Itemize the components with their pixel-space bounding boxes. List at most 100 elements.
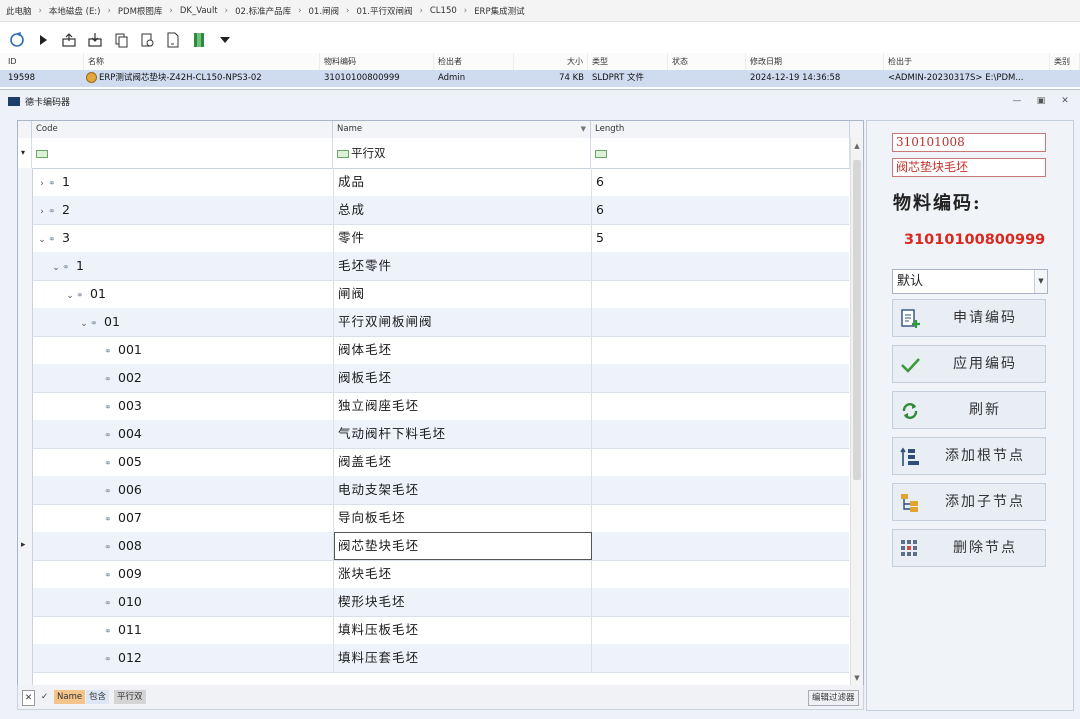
length-cell[interactable]: 6 <box>592 168 849 196</box>
breadcrumb-item[interactable]: 01.闸阀 <box>309 5 340 17</box>
name-cell[interactable]: 阀芯垫块毛坯 <box>334 532 592 560</box>
name-cell[interactable]: 毛坯零件 <box>334 252 592 280</box>
code-cell[interactable]: ⚭ 011 <box>33 616 334 644</box>
breadcrumb-item[interactable]: PDM根图库 <box>118 5 163 17</box>
filter-name-cell[interactable]: 平行双 <box>333 138 591 168</box>
table-row[interactable]: ⚭ 010 楔形块毛坯 <box>33 588 849 617</box>
filter-chip-operator[interactable]: 包含 <box>86 690 110 704</box>
table-row[interactable]: ⚭ 006 电动支架毛坯 <box>33 476 849 505</box>
name-cell[interactable]: 总成 <box>334 196 592 224</box>
code-cell[interactable]: ⚭ 004 <box>33 420 334 448</box>
name-cell[interactable]: 阀体毛坯 <box>334 336 592 364</box>
length-cell[interactable] <box>592 364 849 392</box>
code-cell[interactable]: ⚭ 007 <box>33 504 334 532</box>
length-cell[interactable] <box>592 560 849 588</box>
delete-node-button[interactable]: 删除节点 <box>892 529 1046 567</box>
code-cell[interactable]: ⚭ 009 <box>33 560 334 588</box>
file-list-row[interactable]: 19598 ERP测试阀芯垫块-Z42H-CL150-NPS3-02 31010… <box>0 70 1080 87</box>
col-checked-out-by[interactable]: 检出者 <box>434 53 514 70</box>
length-cell[interactable] <box>592 476 849 504</box>
length-cell[interactable]: 5 <box>592 224 849 252</box>
breadcrumb-item[interactable]: 本地磁盘 (E:) <box>49 5 101 17</box>
play-icon[interactable] <box>34 31 52 49</box>
code-cell[interactable]: ⌄ ⚭ 01 <box>33 280 334 308</box>
col-checked-out-at[interactable]: 检出于 <box>884 53 1050 70</box>
table-row[interactable]: ⌄ ⚭ 01 闸阀 <box>33 280 849 309</box>
name-cell[interactable]: 填料压套毛坯 <box>334 644 592 672</box>
table-row[interactable]: ⚭ 003 独立阀座毛坯 <box>33 392 849 421</box>
col-type[interactable]: 类型 <box>588 53 668 70</box>
table-row[interactable]: ⚭ 008 阀芯垫块毛坯 <box>33 532 849 561</box>
length-cell[interactable] <box>592 420 849 448</box>
col-size[interactable]: 大小 <box>514 53 588 70</box>
name-cell[interactable]: 电动支架毛坯 <box>334 476 592 504</box>
col-name-header[interactable]: Name ▼ <box>333 121 591 138</box>
add-root-node-button[interactable]: 添加根节点 <box>892 437 1046 475</box>
expand-chevron-icon[interactable]: › <box>37 198 47 226</box>
filter-length-cell[interactable] <box>591 138 850 168</box>
col-category[interactable]: 类别 <box>1050 53 1080 70</box>
checkin-icon[interactable] <box>86 31 104 49</box>
table-row[interactable]: ⚭ 009 涨块毛坯 <box>33 560 849 589</box>
code-cell[interactable]: ⚭ 006 <box>33 476 334 504</box>
name-cell[interactable]: 平行双闸板闸阀 <box>334 308 592 336</box>
copy-icon[interactable] <box>112 31 130 49</box>
code-cell[interactable]: ⚭ 002 <box>33 364 334 392</box>
expand-chevron-icon[interactable]: › <box>37 170 47 198</box>
col-material-code[interactable]: 物料编码 <box>320 53 434 70</box>
breadcrumb-item[interactable]: ERP集成测试 <box>474 5 524 17</box>
bookmark-icon[interactable] <box>190 31 208 49</box>
name-cell[interactable]: 气动阀杆下料毛坯 <box>334 420 592 448</box>
close-icon[interactable]: ✕ <box>1058 94 1072 108</box>
breadcrumb-item[interactable]: DK_Vault <box>180 6 218 16</box>
col-modified[interactable]: 修改日期 <box>746 53 884 70</box>
code-cell[interactable]: ⚭ 003 <box>33 392 334 420</box>
code-cell[interactable]: › ⚭ 1 <box>33 168 334 196</box>
scroll-thumb[interactable] <box>853 160 861 480</box>
name-cell[interactable]: 独立阀座毛坯 <box>334 392 592 420</box>
table-row[interactable]: ⌄ ⚭ 01 平行双闸板闸阀 <box>33 308 849 337</box>
length-cell[interactable] <box>592 336 849 364</box>
name-cell[interactable]: 零件 <box>334 224 592 252</box>
code-cell[interactable]: ⌄ ⚭ 01 <box>33 308 334 336</box>
length-cell[interactable] <box>592 532 849 560</box>
table-row[interactable]: › ⚭ 1 成品 6 <box>33 168 849 197</box>
breadcrumb-item[interactable]: CL150 <box>430 6 457 16</box>
collapse-chevron-icon[interactable]: ⌄ <box>79 310 89 338</box>
filter-chip-field[interactable]: Name <box>54 690 86 704</box>
edit-filter-button[interactable]: 编辑过滤器 <box>808 690 859 706</box>
name-cell[interactable]: 导向板毛坯 <box>334 504 592 532</box>
apply-code-button[interactable]: 应用编码 <box>892 345 1046 383</box>
scroll-down-icon[interactable]: ▼ <box>851 672 863 684</box>
vertical-scrollbar[interactable]: ▲ ▼ <box>850 138 863 686</box>
breadcrumb-item[interactable]: 此电脑 <box>6 5 32 17</box>
code-cell[interactable]: ⚭ 005 <box>33 448 334 476</box>
length-cell[interactable] <box>592 252 849 280</box>
refresh-icon[interactable] <box>8 31 26 49</box>
table-row[interactable]: ⚭ 011 填料压板毛坯 <box>33 616 849 645</box>
chevron-down-icon[interactable]: ▼ <box>1034 270 1047 293</box>
name-cell[interactable]: 填料压板毛坯 <box>334 616 592 644</box>
scheme-select[interactable]: 默认 ▼ <box>892 269 1048 294</box>
minimize-icon[interactable]: — <box>1010 94 1024 108</box>
collapse-chevron-icon[interactable]: ⌄ <box>65 282 75 310</box>
length-cell[interactable] <box>592 588 849 616</box>
filter-clear-button[interactable]: ✕ <box>22 690 36 706</box>
properties-icon[interactable] <box>138 31 156 49</box>
table-row[interactable]: ⚭ 012 填料压套毛坯 <box>33 644 849 673</box>
table-row[interactable]: ⚭ 005 阀盖毛坯 <box>33 448 849 477</box>
col-name[interactable]: 名称 <box>84 53 320 70</box>
collapse-chevron-icon[interactable]: ⌄ <box>51 254 61 282</box>
length-cell[interactable] <box>592 616 849 644</box>
length-cell[interactable] <box>592 308 849 336</box>
apply-for-code-button[interactable]: 申请编码 <box>892 299 1046 337</box>
code-cell[interactable]: ⌄ ⚭ 1 <box>33 252 334 280</box>
table-row[interactable]: ⚭ 004 气动阀杆下料毛坯 <box>33 420 849 449</box>
name-cell[interactable]: 阀盖毛坯 <box>334 448 592 476</box>
code-cell[interactable]: ⚭ 008 <box>33 532 334 560</box>
filter-code-cell[interactable] <box>32 138 333 168</box>
col-length[interactable]: Length <box>591 121 850 138</box>
table-row[interactable]: ⚭ 002 阀板毛坯 <box>33 364 849 393</box>
filter-funnel-icon[interactable]: ▼ <box>581 121 586 138</box>
length-cell[interactable]: 6 <box>592 196 849 224</box>
